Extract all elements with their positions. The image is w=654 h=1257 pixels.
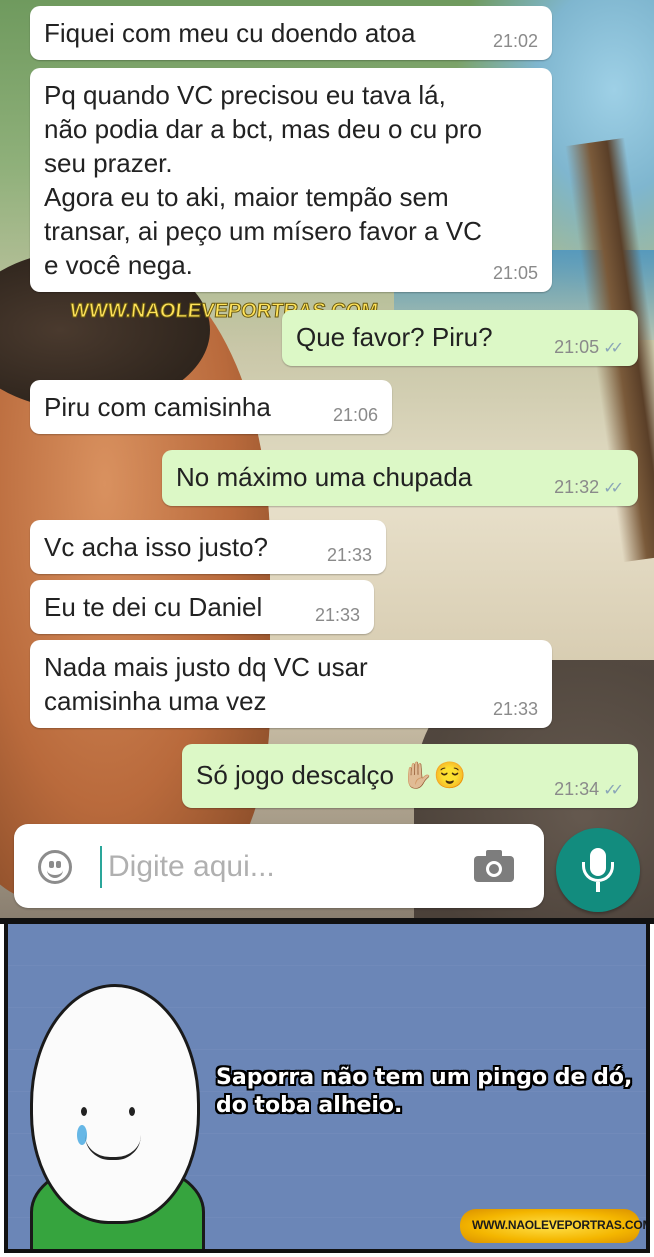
site-logo: WWW.NAOLEVEPORTRAS.COM (460, 1209, 646, 1243)
message-time: 21:32 (554, 477, 600, 497)
mic-arc (582, 862, 614, 882)
meme-caption: Saporra não tem um pingo de dó, do toba … (216, 1065, 633, 1118)
message-bubble-incoming[interactable]: Vc acha isso justo? 21:33 (30, 520, 386, 574)
message-meta: 21:06 (333, 405, 378, 426)
message-bubble-incoming[interactable]: Fiquei com meu cu doendo atoa 21:02 (30, 6, 552, 60)
message-text: Fiquei com meu cu doendo atoa (44, 18, 416, 48)
chat-panel: Fiquei com meu cu doendo atoa 21:02 Pq q… (0, 0, 654, 918)
message-text: Nada mais justo dq VC usar camisinha uma… (44, 652, 368, 716)
message-meta: 21:33 (327, 545, 372, 566)
message-text: Eu te dei cu Daniel (44, 592, 263, 622)
message-time: 21:05 (492, 263, 538, 283)
message-time: 21:33 (326, 545, 372, 565)
camera-icon[interactable] (474, 850, 514, 882)
message-text: Vc acha isso justo? (44, 532, 269, 562)
text-caret (100, 846, 102, 888)
site-logo-text: WWW.NAOLEVEPORTRAS.COM (472, 1218, 650, 1232)
read-ticks-icon: ✓✓ (603, 781, 624, 799)
message-time: 21:02 (492, 31, 538, 51)
camera-lens (486, 861, 502, 877)
screenshot-frame: Fiquei com meu cu doendo atoa 21:02 Pq q… (0, 0, 654, 1257)
message-input[interactable] (106, 842, 470, 892)
message-compose-bar (14, 824, 544, 908)
message-time: 21:33 (314, 605, 360, 625)
meme-panel: Saporra não tem um pingo de dó, do toba … (4, 924, 650, 1253)
message-meta: 21:34 ✓✓ (554, 779, 624, 800)
message-time: 21:06 (332, 405, 378, 425)
message-text: Piru com camisinha (44, 392, 271, 422)
message-meta: 21:32 ✓✓ (554, 477, 624, 498)
message-time: 21:05 (554, 337, 600, 357)
message-bubble-outgoing[interactable]: No máximo uma chupada 21:32 ✓✓ (162, 450, 638, 506)
message-bubble-incoming[interactable]: Nada mais justo dq VC usar camisinha uma… (30, 640, 552, 728)
message-text: Pq quando VC precisou eu tava lá, não po… (44, 80, 482, 280)
read-ticks-icon: ✓✓ (603, 339, 624, 357)
microphone-icon[interactable] (556, 828, 640, 912)
emoji-mouth (47, 867, 63, 878)
smile (85, 1135, 141, 1160)
message-meta: 21:05 (493, 263, 538, 284)
eye-right (129, 1107, 135, 1116)
message-time: 21:34 (554, 779, 600, 799)
stick-figure-head (30, 984, 200, 1224)
message-bubble-incoming[interactable]: Pq quando VC precisou eu tava lá, não po… (30, 68, 552, 292)
message-meta: 21:02 (493, 31, 538, 52)
eye-left (81, 1107, 87, 1116)
message-meta: 21:33 (315, 605, 360, 626)
mic-stem (596, 882, 600, 892)
message-bubble-outgoing[interactable]: Que favor? Piru? 21:05 ✓✓ (282, 310, 638, 366)
message-bubble-incoming[interactable]: Eu te dei cu Daniel 21:33 (30, 580, 374, 634)
read-ticks-icon: ✓✓ (603, 479, 624, 497)
message-time: 21:33 (492, 699, 538, 719)
message-meta: 21:33 (493, 699, 538, 720)
message-bubble-incoming[interactable]: Piru com camisinha 21:06 (30, 380, 392, 434)
message-meta: 21:05 ✓✓ (554, 337, 624, 358)
emoji-icon[interactable] (38, 850, 72, 884)
message-bubble-outgoing[interactable]: Só jogo descalço ✋🏼😌 21:34 ✓✓ (182, 744, 638, 808)
